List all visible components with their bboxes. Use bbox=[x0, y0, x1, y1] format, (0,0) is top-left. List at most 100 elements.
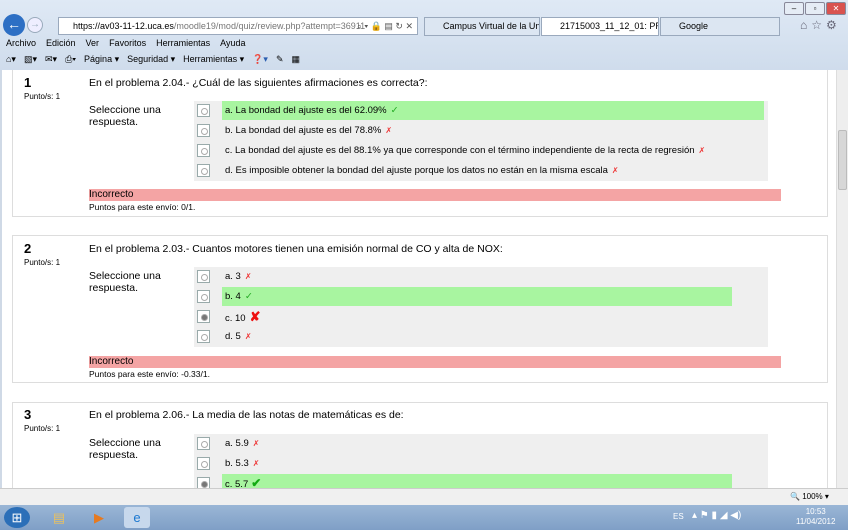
scrollbar-thumb[interactable] bbox=[838, 130, 847, 190]
address-icons[interactable]: ⌕ ▾ 🔒 ▤ ↻ ✕ bbox=[357, 21, 413, 32]
answer-option[interactable]: a. 5.9 ✗ bbox=[222, 434, 259, 453]
option-label: d. Es imposible obtener la bondad del aj… bbox=[225, 165, 608, 176]
media-player-icon[interactable]: ▶ bbox=[86, 507, 112, 528]
answer-option[interactable]: b. 5.3 ✗ bbox=[222, 454, 259, 473]
option-radio[interactable] bbox=[197, 477, 210, 488]
minimize-button[interactable]: – bbox=[784, 2, 804, 15]
tools-menu[interactable]: Herramientas ▾ bbox=[183, 54, 244, 65]
incorrect-x-icon: ✘ bbox=[249, 309, 261, 324]
option-label: a. La bondad del ajuste es del 62.09% bbox=[225, 105, 387, 116]
security-menu[interactable]: Seguridad ▾ bbox=[127, 54, 175, 65]
option-label: b. 5.3 bbox=[225, 458, 249, 469]
option-radio[interactable] bbox=[197, 437, 210, 450]
back-button[interactable]: ← bbox=[3, 14, 25, 36]
option-radio[interactable] bbox=[197, 290, 210, 303]
grade-text: Puntos para este envío: -0.33/1. bbox=[89, 369, 210, 379]
option-label: d. 5 bbox=[225, 331, 241, 342]
internet-explorer-icon[interactable]: e bbox=[124, 507, 150, 528]
status-bar: 🔍 100% ▾ bbox=[0, 488, 848, 505]
research-icon[interactable]: ✎ bbox=[276, 54, 284, 65]
zoom-level[interactable]: 🔍 100% ▾ bbox=[790, 492, 829, 501]
page-menu[interactable]: Página ▾ bbox=[84, 54, 119, 65]
help-icon[interactable]: ❓▾ bbox=[252, 54, 268, 65]
menu-bar: Archivo Edición Ver Favoritos Herramient… bbox=[6, 38, 245, 48]
correct-check-icon: ✔ bbox=[251, 476, 262, 488]
incorrect-x-icon: ✗ bbox=[385, 126, 393, 135]
select-answer-label: Seleccione una respuesta. bbox=[89, 104, 161, 128]
option-radio[interactable] bbox=[197, 310, 210, 323]
question-number: 2 bbox=[24, 241, 32, 256]
tab-quiz[interactable]: 21715003_11_12_01: PR... × bbox=[541, 17, 659, 36]
question-text: En el problema 2.03.- Cuantos motores ti… bbox=[89, 243, 503, 255]
option-radio[interactable] bbox=[197, 270, 210, 283]
grade-text: Puntos para este envío: 0/1. bbox=[89, 202, 196, 212]
question-points: Punto/s: 1 bbox=[24, 92, 61, 101]
answer-option[interactable]: c. 10 ✘ bbox=[222, 307, 261, 326]
question-points: Punto/s: 1 bbox=[24, 424, 61, 433]
option-radio[interactable] bbox=[197, 330, 210, 343]
result-incorrect: Incorrecto bbox=[89, 189, 781, 201]
option-radio[interactable] bbox=[197, 104, 210, 117]
option-label: b. 4 bbox=[225, 291, 241, 302]
page-content: 1 Punto/s: 1 En el problema 2.04.- ¿Cuál d… bbox=[0, 70, 836, 488]
option-label: c. 10 bbox=[225, 313, 246, 324]
answer-option[interactable]: d. Es imposible obtener la bondad del aj… bbox=[222, 161, 619, 180]
maximize-button[interactable]: ▫ bbox=[805, 2, 825, 15]
tab-campus-virtual[interactable]: Campus Virtual de la Univ... bbox=[424, 17, 540, 36]
question-number: 3 bbox=[24, 407, 32, 422]
option-radio[interactable] bbox=[197, 144, 210, 157]
clock[interactable]: 10:53 11/04/2012 bbox=[796, 507, 835, 527]
incorrect-x-icon: ✗ bbox=[611, 166, 619, 175]
select-answer-label: Seleccione una respuesta. bbox=[89, 437, 161, 461]
correct-check-icon: ✓ bbox=[244, 291, 253, 302]
home-favorites-settings-icons[interactable]: ⌂☆⚙ bbox=[800, 18, 841, 32]
option-label: a. 5.9 bbox=[225, 438, 249, 449]
option-radio[interactable] bbox=[197, 124, 210, 137]
menu-ayuda[interactable]: Ayuda bbox=[220, 38, 245, 48]
explorer-icon[interactable]: ▤ bbox=[46, 507, 72, 528]
option-radio[interactable] bbox=[197, 164, 210, 177]
taskbar: ⊞ ▤ ▶ e ES ▴ ⚑ ▮ ◢ ◀) 10:53 11/04/2012 bbox=[0, 505, 848, 530]
answer-option[interactable]: a. La bondad del ajuste es del 62.09% ✓ bbox=[222, 101, 764, 120]
question-points: Punto/s: 1 bbox=[24, 258, 61, 267]
tray-icons[interactable]: ▴ ⚑ ▮ ◢ ◀) bbox=[692, 510, 741, 521]
language-indicator[interactable]: ES bbox=[673, 512, 684, 521]
option-label: a. 3 bbox=[225, 271, 241, 282]
start-button[interactable]: ⊞ bbox=[4, 507, 30, 528]
forward-button[interactable]: → bbox=[27, 17, 43, 33]
feeds-icon[interactable]: ▧▾ bbox=[24, 54, 37, 65]
close-button[interactable]: ✕ bbox=[826, 2, 846, 15]
select-answer-label: Seleccione una respuesta. bbox=[89, 270, 161, 294]
menu-ver[interactable]: Ver bbox=[86, 38, 100, 48]
incorrect-x-icon: ✗ bbox=[244, 272, 252, 281]
option-label: c. La bondad del ajuste es del 88.1% ya … bbox=[225, 145, 695, 156]
answer-option[interactable]: b. La bondad del ajuste es del 78.8% ✗ bbox=[222, 121, 392, 140]
menu-archivo[interactable]: Archivo bbox=[6, 38, 36, 48]
answer-option[interactable]: c. 5.7 ✔ bbox=[222, 474, 732, 488]
tab-google[interactable]: Google bbox=[660, 17, 780, 36]
option-label: b. La bondad del ajuste es del 78.8% bbox=[225, 125, 382, 136]
result-incorrect: Incorrecto bbox=[89, 356, 781, 368]
menu-herramientas[interactable]: Herramientas bbox=[156, 38, 210, 48]
command-bar: ⌂▾ ▧▾ ✉▾ ⎙▾ Página ▾ Seguridad ▾ Herramient… bbox=[6, 54, 300, 65]
onenote-icon[interactable]: ▦ bbox=[291, 54, 300, 65]
answer-option[interactable]: c. La bondad del ajuste es del 88.1% ya … bbox=[222, 141, 705, 160]
answer-option[interactable]: d. 5 ✗ bbox=[222, 327, 252, 346]
address-bar[interactable]: https://av03-11-12.uca.es/moodle19/mod/q… bbox=[58, 17, 418, 35]
print-icon[interactable]: ⎙▾ bbox=[65, 54, 76, 65]
menu-edicion[interactable]: Edición bbox=[46, 38, 76, 48]
question-number: 1 bbox=[24, 75, 32, 90]
options-group bbox=[194, 267, 768, 347]
incorrect-x-icon: ✗ bbox=[252, 459, 260, 468]
answer-option[interactable]: a. 3 ✗ bbox=[222, 267, 252, 286]
mail-icon[interactable]: ✉▾ bbox=[45, 54, 57, 65]
incorrect-x-icon: ✗ bbox=[698, 146, 706, 155]
incorrect-x-icon: ✗ bbox=[252, 439, 260, 448]
correct-check-icon: ✓ bbox=[390, 105, 399, 116]
option-radio[interactable] bbox=[197, 457, 210, 470]
option-label: c. 5.7 bbox=[225, 479, 249, 488]
answer-option[interactable]: b. 4 ✓ bbox=[222, 287, 732, 306]
menu-favoritos[interactable]: Favoritos bbox=[109, 38, 146, 48]
home-icon[interactable]: ⌂▾ bbox=[6, 54, 16, 65]
incorrect-x-icon: ✗ bbox=[244, 332, 252, 341]
